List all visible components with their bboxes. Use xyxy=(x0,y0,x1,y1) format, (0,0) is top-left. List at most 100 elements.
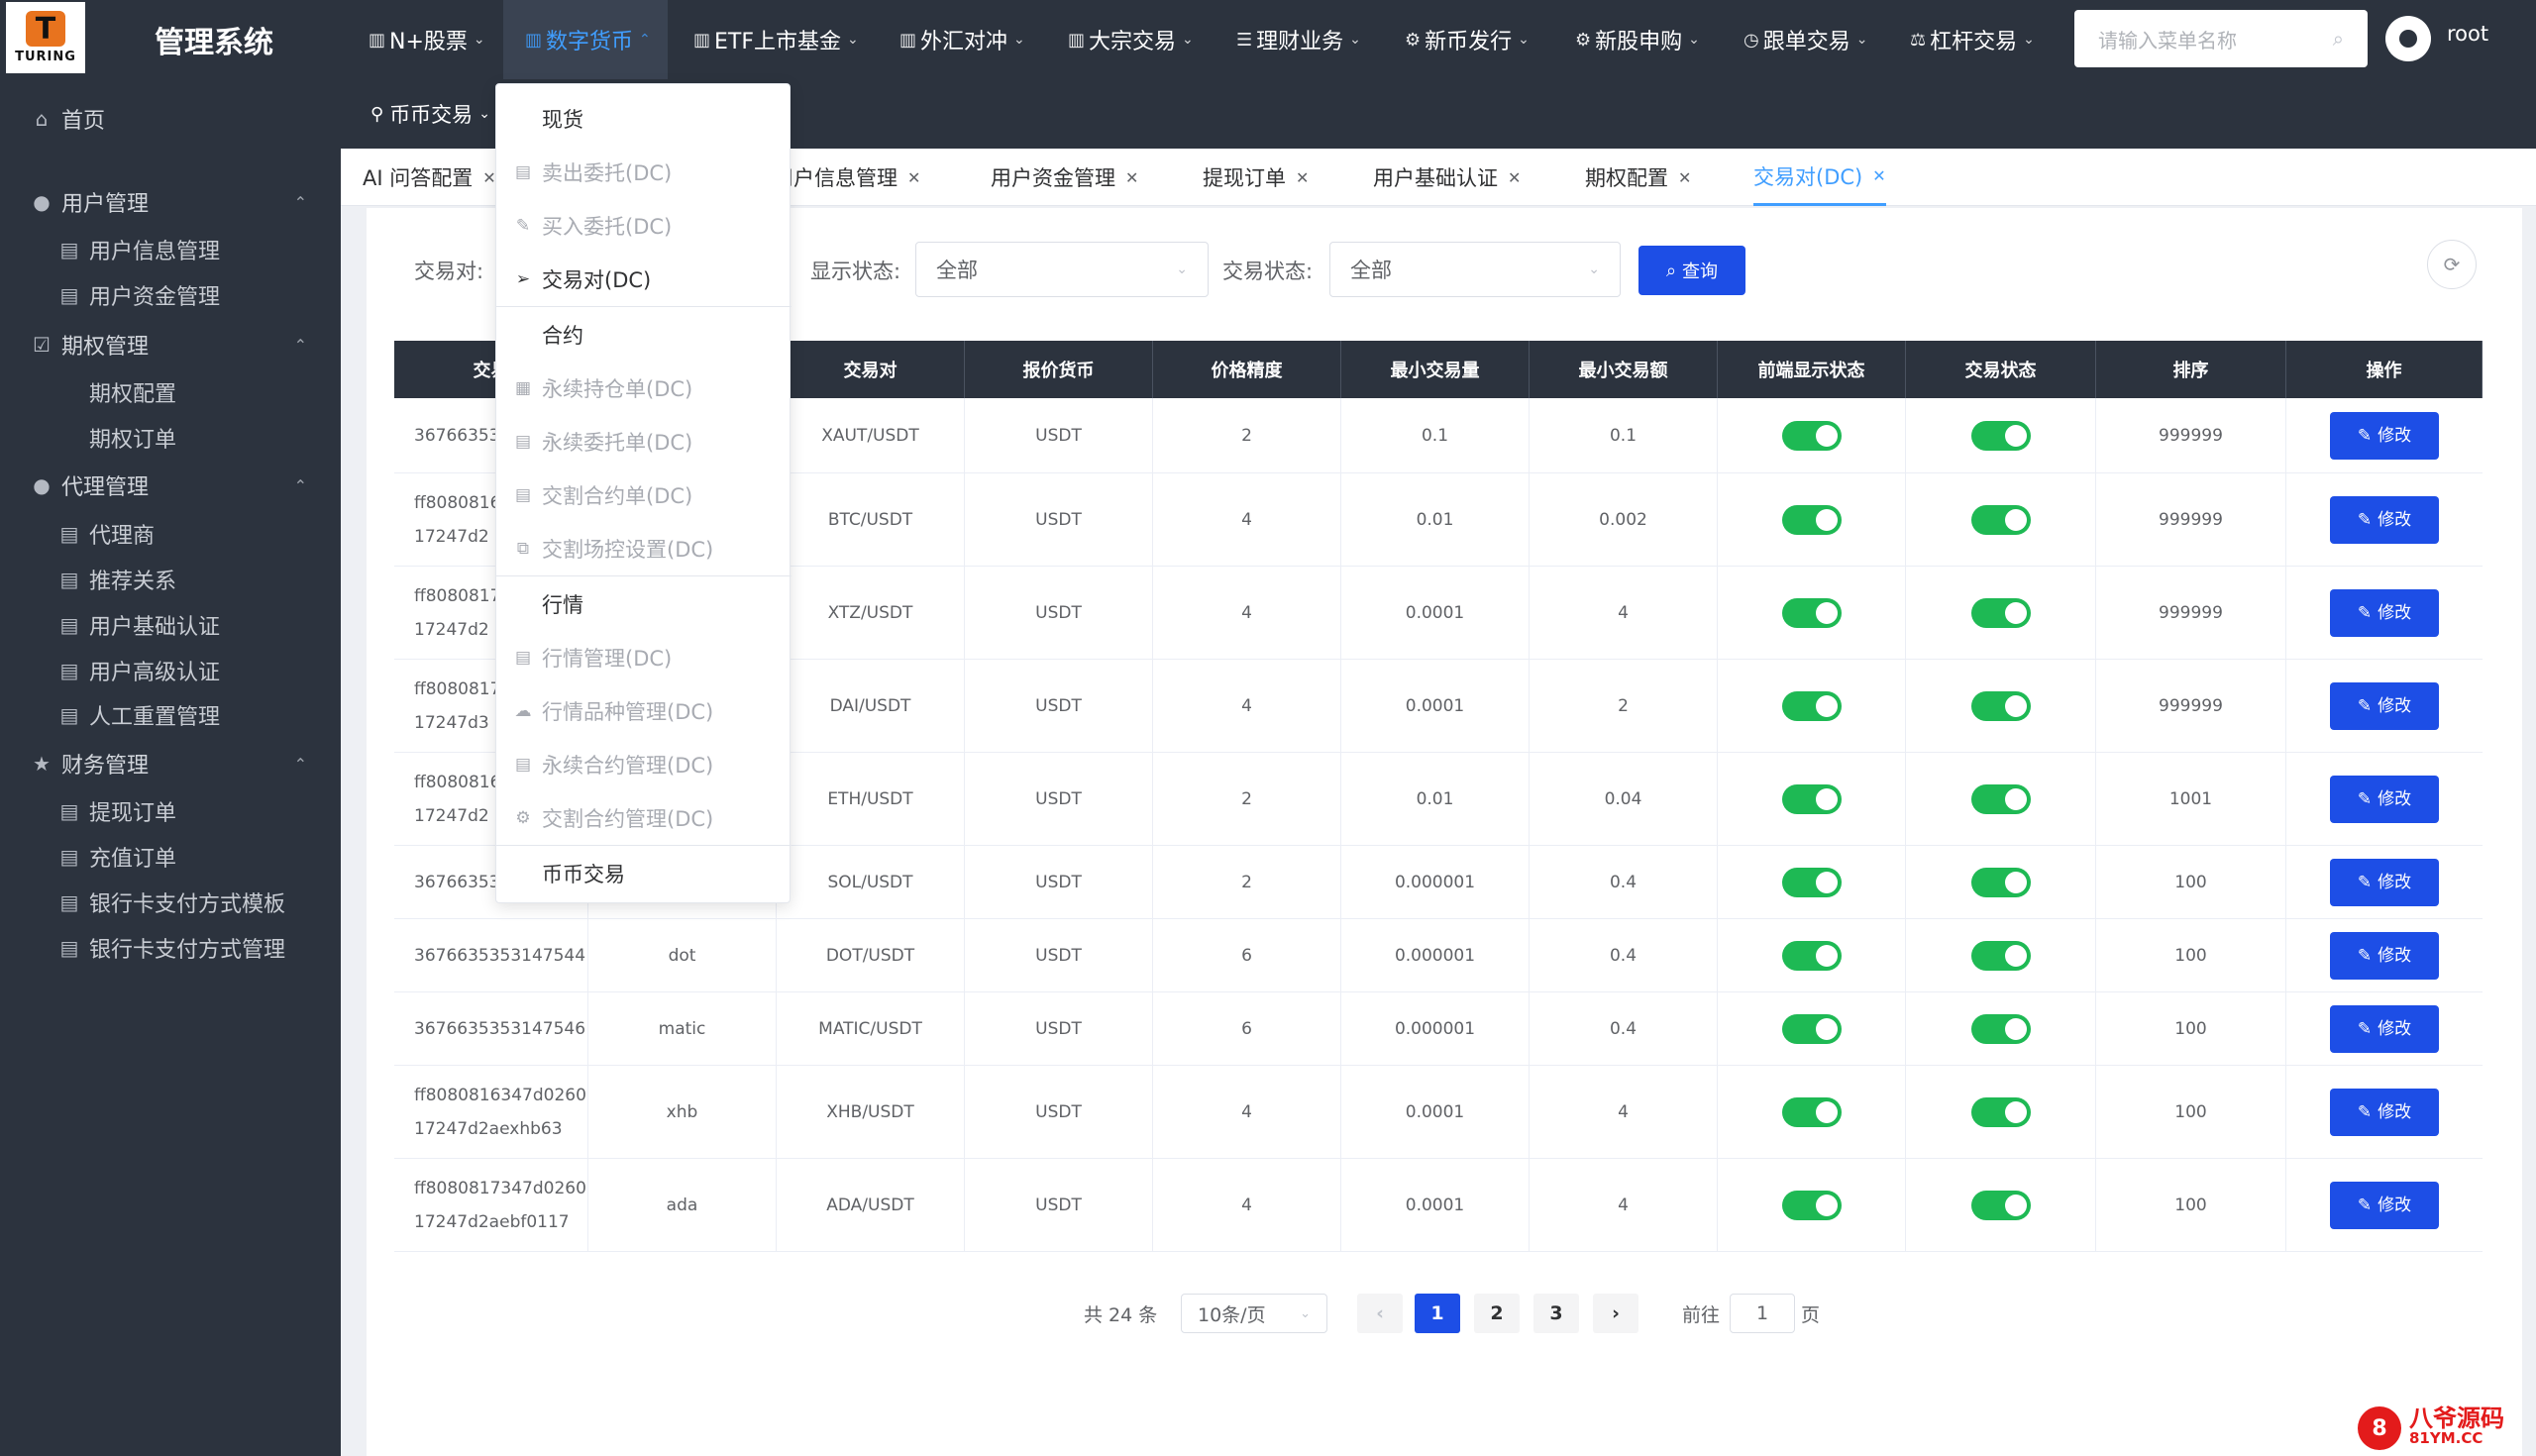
close-icon[interactable]: ✕ xyxy=(1125,168,1138,187)
topnav-item-6[interactable]: ⚙ 新币发行 ⌄ xyxy=(1405,22,1530,57)
cell-pair: BTC/USDT xyxy=(777,473,965,566)
trade-status-select[interactable]: 全部 ⌄ xyxy=(1329,242,1621,297)
page-button-1[interactable]: 1 xyxy=(1415,1294,1460,1333)
trade-status-toggle[interactable] xyxy=(1970,867,2031,897)
menu-item-icon: ▤ xyxy=(59,238,79,261)
tab-5[interactable]: 期权配置 ✕ xyxy=(1585,149,1691,206)
trade-status-toggle[interactable] xyxy=(1970,940,2031,971)
user-icon: ● xyxy=(33,473,51,497)
tab-6[interactable]: 交易对(DC) ✕ xyxy=(1753,149,1886,206)
edit-button[interactable]: ✎ 修改 xyxy=(2330,681,2439,730)
tab-3[interactable]: 提现订单 ✕ xyxy=(1203,149,1309,206)
topnav-item-4[interactable]: ▥ 大宗交易 ⌄ xyxy=(1068,22,1194,57)
edit-button[interactable]: ✎ 修改 xyxy=(2330,931,2439,980)
close-icon[interactable]: ✕ xyxy=(482,168,495,187)
display-status-toggle[interactable] xyxy=(1781,690,1842,721)
topnav-item-7[interactable]: ⚙ 新股申购 ⌄ xyxy=(1575,22,1700,57)
topnav-item-2[interactable]: ▥ ETF上市基金 ⌄ xyxy=(693,22,859,57)
sidebar-item-label: 期权订单 xyxy=(89,428,177,453)
cell-id: 3676635353147546 xyxy=(394,992,588,1065)
page-suffix: 页 xyxy=(1801,1303,1821,1326)
page-button-2[interactable]: 2 xyxy=(1474,1294,1520,1333)
page-size-select[interactable]: 10条/页 ⌄ xyxy=(1181,1294,1327,1333)
display-status-toggle[interactable] xyxy=(1781,597,1842,628)
edit-button[interactable]: ✎ 修改 xyxy=(2330,858,2439,906)
edit-button[interactable]: ✎ 修改 xyxy=(2330,775,2439,823)
menu-item[interactable]: ▤ 卖出委托(DC) xyxy=(512,146,672,199)
trade-status-toggle[interactable] xyxy=(1970,1190,2031,1220)
tab-label: 交易对(DC) xyxy=(1753,164,1863,189)
display-status-toggle[interactable] xyxy=(1781,504,1842,535)
goto-page-input[interactable]: 1 xyxy=(1730,1294,1795,1333)
total-count: 共 24 条 xyxy=(1084,1303,1158,1326)
next-page-button[interactable]: › xyxy=(1593,1294,1638,1333)
topnav-item-9[interactable]: ⚖ 杠杆交易 ⌄ xyxy=(1910,22,2035,57)
topnav-item-5[interactable]: ☰ 理财业务 ⌄ xyxy=(1236,22,1361,57)
trade-status-toggle[interactable] xyxy=(1970,1096,2031,1127)
display-status-toggle[interactable] xyxy=(1781,1096,1842,1127)
trade-status-toggle[interactable] xyxy=(1970,783,2031,814)
tab-4[interactable]: 用户基础认证 ✕ xyxy=(1373,149,1521,206)
menu-item[interactable]: ▤ 行情管理(DC) xyxy=(512,631,672,684)
tab-1[interactable]: 用户信息管理 ✕ xyxy=(773,149,920,206)
display-status-toggle[interactable] xyxy=(1781,420,1842,451)
bar-chart-icon: ▥ xyxy=(693,29,711,51)
user-name[interactable]: root xyxy=(2447,22,2488,46)
tab-0[interactable]: AI 问答配置 ✕ xyxy=(363,149,496,206)
topnav-item-0[interactable]: ▥ N+股票 ⌄ xyxy=(369,22,485,57)
display-status-toggle[interactable] xyxy=(1781,867,1842,897)
sidebar-item[interactable]: ▤ 银行卡支付方式管理 xyxy=(0,918,341,978)
cell-min_qty: 0.0001 xyxy=(1341,1066,1530,1158)
menu-item[interactable]: ⧉ 交割场控设置(DC) xyxy=(512,522,713,575)
edit-button[interactable]: ✎ 修改 xyxy=(2330,1004,2439,1053)
display-status-toggle[interactable] xyxy=(1781,783,1842,814)
edit-button[interactable]: ✎ 修改 xyxy=(2330,1088,2439,1136)
column-header: 前端显示状态 xyxy=(1718,341,1906,398)
cell-action: ✎ 修改 xyxy=(2286,1066,2483,1158)
menu-group-title[interactable]: 币币交易 xyxy=(542,847,625,900)
close-icon[interactable]: ✕ xyxy=(1508,168,1521,187)
display-status-toggle[interactable] xyxy=(1781,1013,1842,1044)
close-icon[interactable]: ✕ xyxy=(907,168,920,187)
avatar[interactable] xyxy=(2385,16,2431,61)
menu-item[interactable]: ▤ 交割合约单(DC) xyxy=(512,468,692,522)
edit-button[interactable]: ✎ 修改 xyxy=(2330,1181,2439,1229)
edit-button[interactable]: ✎ 修改 xyxy=(2330,411,2439,460)
topnav-item-8[interactable]: ◷ 跟单交易 ⌄ xyxy=(1744,22,1867,57)
menu-item[interactable]: ▤ 永续委托单(DC) xyxy=(512,415,692,468)
edit-button[interactable]: ✎ 修改 xyxy=(2330,495,2439,544)
tab-2[interactable]: 用户资金管理 ✕ xyxy=(991,149,1138,206)
cell-id: ff8080817347d0260 17247d2aebf0117 xyxy=(394,1159,588,1251)
menu-item[interactable]: ✎ 买入委托(DC) xyxy=(512,199,672,253)
page-button-3[interactable]: 3 xyxy=(1533,1294,1579,1333)
close-icon[interactable]: ✕ xyxy=(1678,168,1691,187)
menu-item[interactable]: ⚙ 交割合约管理(DC) xyxy=(512,791,713,845)
cell-id: 3676635353147544 xyxy=(394,919,588,991)
close-icon[interactable]: ✕ xyxy=(1872,166,1885,185)
cell-sort: 100 xyxy=(2096,992,2286,1065)
cell-sort: 100 xyxy=(2096,1159,2286,1251)
menu-search-input[interactable]: 请输入菜单名称 ⌕ xyxy=(2074,10,2368,67)
close-icon[interactable]: ✕ xyxy=(1296,168,1309,187)
topnav-item-1[interactable]: ▥ 数字货币 ⌃ xyxy=(525,22,651,57)
menu-item[interactable]: ☁ 行情品种管理(DC) xyxy=(512,684,714,738)
edit-button[interactable]: ✎ 修改 xyxy=(2330,588,2439,637)
display-status-toggle[interactable] xyxy=(1781,1190,1842,1220)
query-button[interactable]: ⌕ 查询 xyxy=(1638,246,1745,295)
trade-status-toggle[interactable] xyxy=(1970,597,2031,628)
prev-page-button[interactable]: ‹ xyxy=(1357,1294,1403,1333)
refresh-button[interactable]: ⟳ xyxy=(2427,240,2477,289)
topnav-item-coin-trade[interactable]: ⚲ 币币交易 ⌄ xyxy=(370,99,490,129)
display-status-select[interactable]: 全部 ⌄ xyxy=(915,242,1209,297)
menu-item[interactable]: ▤ 永续合约管理(DC) xyxy=(512,738,713,791)
sidebar-item-home[interactable]: ⌂ 首页 xyxy=(0,89,341,149)
trade-status-toggle[interactable] xyxy=(1970,420,2031,451)
trade-status-toggle[interactable] xyxy=(1970,690,2031,721)
display-status-toggle[interactable] xyxy=(1781,940,1842,971)
menu-item[interactable]: ▦ 永续持仓单(DC) xyxy=(512,362,692,415)
sidebar-item-label: 期权配置 xyxy=(89,382,177,407)
trade-status-toggle[interactable] xyxy=(1970,1013,2031,1044)
trade-status-toggle[interactable] xyxy=(1970,504,2031,535)
menu-item[interactable]: ➢ 交易对(DC) xyxy=(512,253,651,306)
topnav-item-3[interactable]: ▥ 外汇对冲 ⌄ xyxy=(899,22,1025,57)
